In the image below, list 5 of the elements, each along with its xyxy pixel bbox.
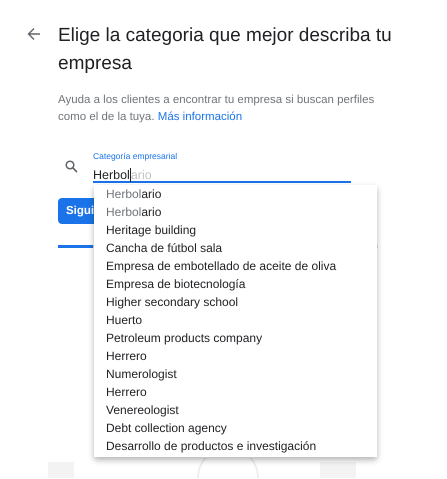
description-text: Ayuda a los clientes a encontrar tu empresa si buscan perfiles como el de la tuya. Más información [58,93,376,125]
autocomplete-hint: ario [130,168,152,182]
page-title: Elige la categoria que mejor describa tu empresa [58,24,393,76]
field-value: Herbol [93,168,131,182]
field-label: Categoría empresarial [93,151,178,162]
